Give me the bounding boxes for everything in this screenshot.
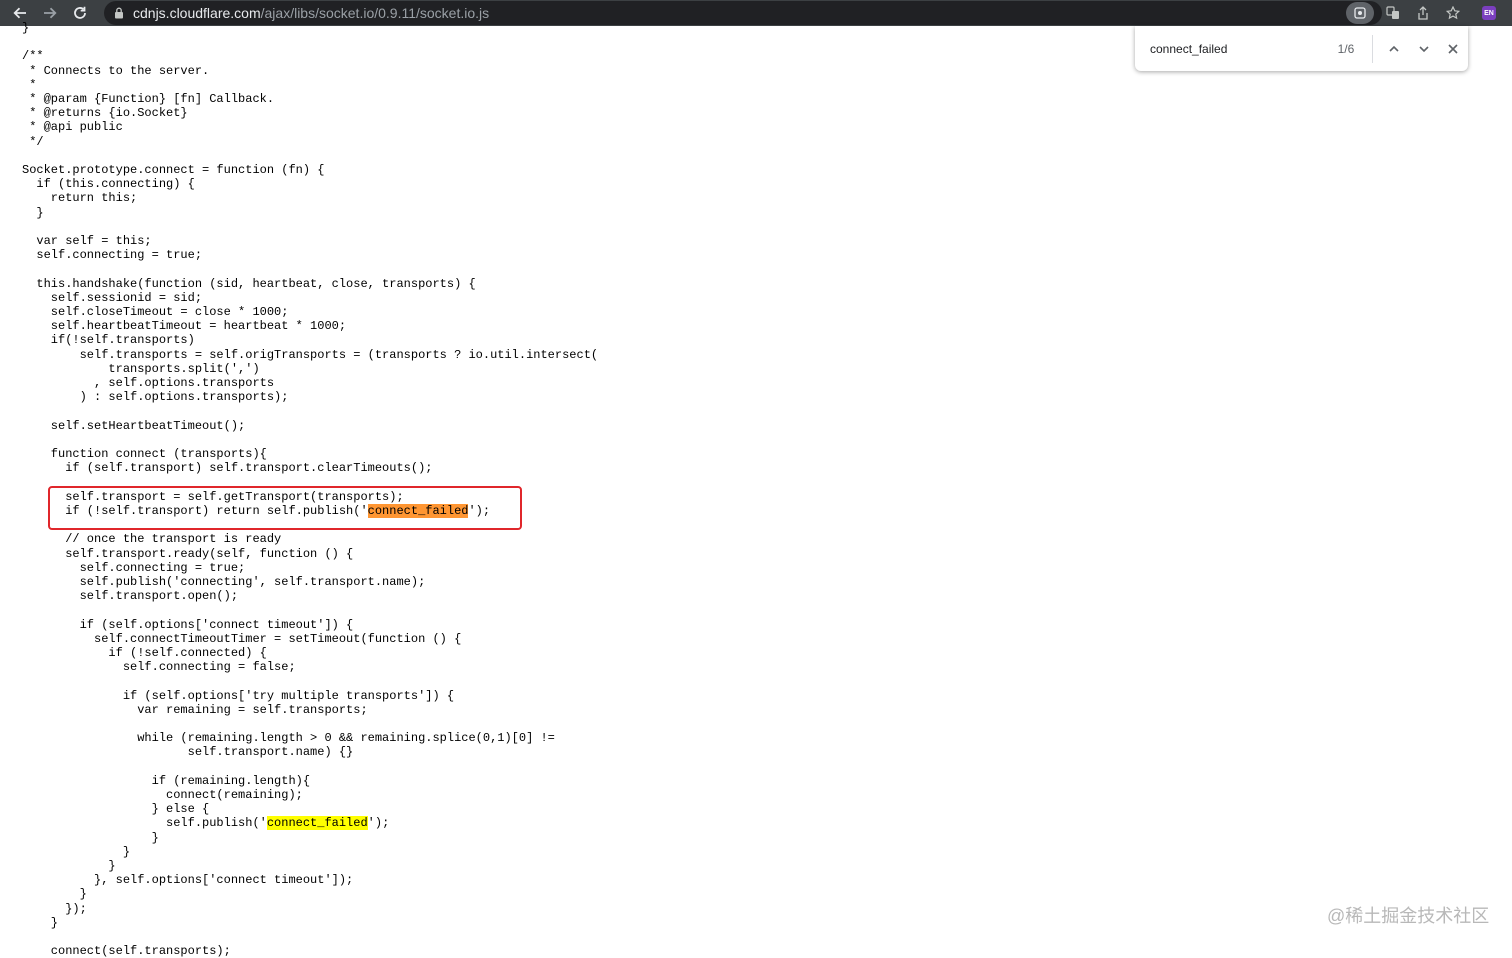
toolbar-actions: EN — [1342, 1, 1512, 25]
google-lens-icon[interactable] — [1346, 2, 1374, 24]
url-text[interactable]: cdnjs.cloudflare.com/ajax/libs/socket.io… — [133, 5, 489, 21]
find-match-count: 1/6 — [1337, 41, 1355, 56]
code-block-3: '); } } } }, self.options['connect timeo… — [50, 816, 390, 958]
chevron-down-icon[interactable] — [1409, 34, 1439, 64]
url-host: cdnjs.cloudflare.com — [133, 5, 261, 21]
find-match: connect_failed — [266, 816, 368, 831]
code-block-1: } /** * Connects to the server. * * @par… — [22, 21, 599, 518]
translate-icon[interactable] — [1382, 2, 1404, 24]
share-icon[interactable] — [1412, 2, 1434, 24]
close-icon[interactable] — [1438, 34, 1468, 64]
url-path: /ajax/libs/socket.io/0.9.11/socket.io.js — [260, 5, 490, 21]
extension-icon[interactable]: EN — [1482, 6, 1496, 20]
bookmark-star-icon[interactable] — [1442, 2, 1464, 24]
code-block-2: '); // once the transport is ready self.… — [65, 503, 555, 831]
watermark: @稀土掘金技术社区 — [1327, 906, 1490, 926]
chevron-up-icon[interactable] — [1379, 34, 1409, 64]
find-bar: connect_failed 1/6 — [1135, 26, 1468, 71]
lock-icon[interactable] — [114, 7, 124, 19]
find-divider — [1372, 34, 1374, 63]
find-input[interactable]: connect_failed — [1150, 42, 1318, 56]
highlight-annotation-box — [48, 486, 522, 530]
